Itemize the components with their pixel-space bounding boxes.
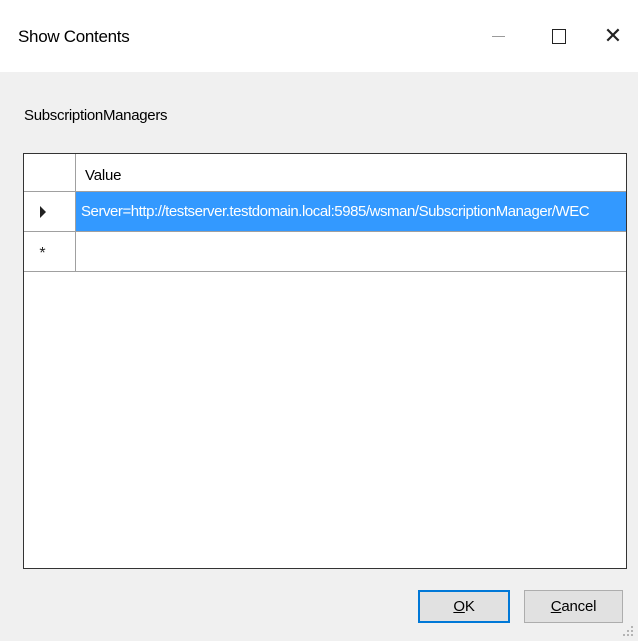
section-label: SubscriptionManagers bbox=[24, 107, 168, 124]
new-value-cell[interactable] bbox=[76, 232, 626, 271]
grid-header: Value bbox=[24, 154, 626, 192]
resize-grip-icon[interactable] bbox=[623, 626, 635, 638]
cancel-button[interactable]: Cancel bbox=[524, 590, 623, 623]
maximize-button[interactable] bbox=[535, 14, 583, 58]
cancel-label: ancel bbox=[561, 598, 597, 615]
ok-button[interactable]: OK bbox=[418, 590, 510, 623]
value-cell[interactable]: Server=http://testserver.testdomain.loca… bbox=[76, 192, 626, 231]
new-table-row[interactable]: * bbox=[24, 232, 626, 272]
column-header-value[interactable]: Value bbox=[85, 167, 121, 184]
maximize-icon bbox=[552, 28, 566, 44]
values-grid[interactable]: Value Server=http://testserver.testdomai… bbox=[23, 153, 627, 569]
show-contents-dialog: Show Contents ✕ SubscriptionManagers Val… bbox=[0, 0, 638, 641]
new-row-asterisk-icon: * bbox=[39, 244, 46, 262]
top-left-header-cell[interactable] bbox=[24, 154, 76, 191]
minimize-icon bbox=[491, 35, 505, 37]
ok-mnemonic: O bbox=[453, 598, 465, 615]
row-header[interactable] bbox=[24, 192, 76, 231]
close-button[interactable]: ✕ bbox=[589, 14, 637, 58]
row-pointer-icon bbox=[39, 205, 46, 218]
title-bar[interactable]: Show Contents ✕ bbox=[0, 0, 638, 72]
row-header[interactable]: * bbox=[24, 232, 76, 271]
window-title: Show Contents bbox=[18, 27, 130, 46]
minimize-button[interactable] bbox=[474, 14, 522, 58]
cancel-mnemonic: C bbox=[550, 598, 562, 615]
table-row[interactable]: Server=http://testserver.testdomain.loca… bbox=[24, 192, 626, 232]
ok-label: K bbox=[464, 598, 475, 615]
close-icon: ✕ bbox=[603, 23, 623, 48]
